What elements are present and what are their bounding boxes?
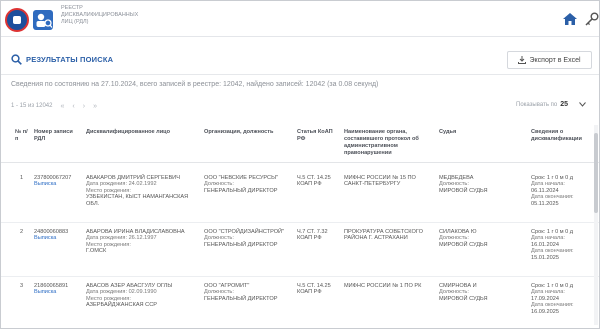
download-icon — [518, 56, 527, 64]
table-header: № п/п Номер записи РДЛ Дисквалифицирован… — [1, 125, 599, 163]
table-row: 2 24800060883 Выписка АБАРОВА ИРИНА ВЛАД… — [1, 225, 599, 277]
chevron-down-icon[interactable] — [579, 102, 586, 107]
divider — [1, 74, 599, 75]
col-judge: Судья — [439, 129, 457, 135]
extract-link[interactable]: Выписка — [34, 235, 82, 241]
home-icon[interactable] — [563, 13, 577, 25]
end-date: 15.01.2025 — [531, 254, 559, 261]
row-num: 2 — [20, 229, 24, 235]
registry-logo-icon[interactable] — [32, 9, 54, 31]
col-period: Сведения о дисквалификации — [531, 129, 582, 142]
article: Ч.7 СТ. 7.32 КОАП РФ — [297, 229, 328, 242]
last-page-button[interactable]: » — [93, 103, 97, 110]
per-page-label: Показывать по — [516, 101, 558, 108]
row-num: 1 — [20, 175, 24, 181]
prev-page-button[interactable]: ‹ — [72, 103, 74, 110]
per-page-control[interactable]: Показывать по 25 — [516, 101, 586, 108]
article: Ч.5 СТ. 14.25 КОАП РФ — [297, 175, 331, 188]
birth-place: Г.ОМСК — [86, 248, 107, 255]
table-row: 3 21860065891 Выписка АБАСОВ АЗЕР АБАСГУ… — [1, 279, 599, 328]
page-range: 1 - 15 из 12042 — [11, 103, 53, 109]
app-title: РЕЕСТР ДИСКВАЛИФИЦИРОВАННЫХ ЛИЦ (РДЛ) — [61, 5, 141, 26]
per-page-value[interactable]: 25 — [560, 101, 568, 108]
top-bar: РЕЕСТР ДИСКВАЛИФИЦИРОВАННЫХ ЛИЦ (РДЛ) — [1, 1, 599, 37]
app-title-line: ДИСКВАЛИФИЦИРОВАННЫХ — [61, 12, 139, 18]
col-rdl: Номер записи РДЛ — [34, 129, 73, 142]
end-date: 16.09.2025 — [531, 308, 559, 315]
table-scrollbar[interactable] — [594, 125, 598, 325]
extract-link[interactable]: Выписка — [34, 289, 82, 295]
app-title-line: РЕЕСТР — [61, 5, 83, 11]
scrollbar-thumb[interactable] — [594, 133, 598, 213]
key-icon[interactable] — [585, 12, 599, 26]
col-num: № п/п — [15, 129, 28, 142]
position: ГЕНЕРАЛЬНЫЙ ДИРЕКТОР — [204, 241, 278, 248]
col-authority: Наименование органа, составившего проток… — [344, 129, 419, 156]
col-article: Статья КоАП РФ — [297, 129, 333, 142]
col-person: Дисквалифицированное лицо — [86, 129, 171, 135]
authority: МИФНС РОССИИ № 1 ПО РК — [344, 283, 422, 289]
authority: МИФНС РОССИИ № 15 ПО САНКТ-ПЕТЕРБУРГУ — [344, 175, 416, 188]
end-date: 05.11.2025 — [531, 200, 559, 207]
results-title: РЕЗУЛЬТАТЫ ПОИСКА — [26, 55, 114, 64]
export-label: Экспорт в Excel — [529, 56, 581, 64]
article: Ч.5 СТ. 14.25 КОАП РФ — [297, 283, 331, 296]
authority: ПРОКУРАТУРА СОВЕТСКОГО РАЙОНА Г. АСТРАХА… — [344, 229, 423, 242]
row-num: 3 — [20, 283, 24, 289]
birth-place: АЗЕРБАЙДЖАНСКАЯ ССР — [86, 302, 157, 309]
export-excel-button[interactable]: Экспорт в Excel — [507, 51, 592, 69]
app-title-line: ЛИЦ (РДЛ) — [61, 19, 89, 25]
birth-place: УЗБЕКИСТАН, КЫСТ НАМАНГАНСКАЯ ОБЛ. — [86, 194, 189, 207]
col-org: Организация, должность — [204, 129, 274, 135]
position: ГЕНЕРАЛЬНЫЙ ДИРЕКТОР — [204, 295, 278, 302]
fns-logo-icon[interactable] — [5, 8, 29, 32]
search-icon — [11, 54, 22, 65]
pagination: 1 - 15 из 12042 « ‹ › » — [11, 101, 97, 111]
table-row: 1 237800067207 Выписка АБАКАРОВ ДМИТРИЙ … — [1, 171, 599, 223]
extract-link[interactable]: Выписка — [34, 181, 82, 187]
results-summary: Сведения по состоянию на 27.10.2024, все… — [11, 81, 379, 88]
app-window: РЕЕСТР ДИСКВАЛИФИЦИРОВАННЫХ ЛИЦ (РДЛ) РЕ… — [0, 0, 600, 329]
first-page-button[interactable]: « — [60, 103, 64, 110]
judge-position: МИРОВОЙ СУДЬЯ — [439, 295, 488, 302]
position: ГЕНЕРАЛЬНЫЙ ДИРЕКТОР — [204, 187, 278, 194]
results-header: РЕЗУЛЬТАТЫ ПОИСКА Экспорт в Excel — [1, 47, 599, 73]
judge-position: МИРОВОЙ СУДЬЯ — [439, 241, 488, 248]
next-page-button[interactable]: › — [83, 103, 85, 110]
judge-position: МИРОВОЙ СУДЬЯ — [439, 187, 488, 194]
